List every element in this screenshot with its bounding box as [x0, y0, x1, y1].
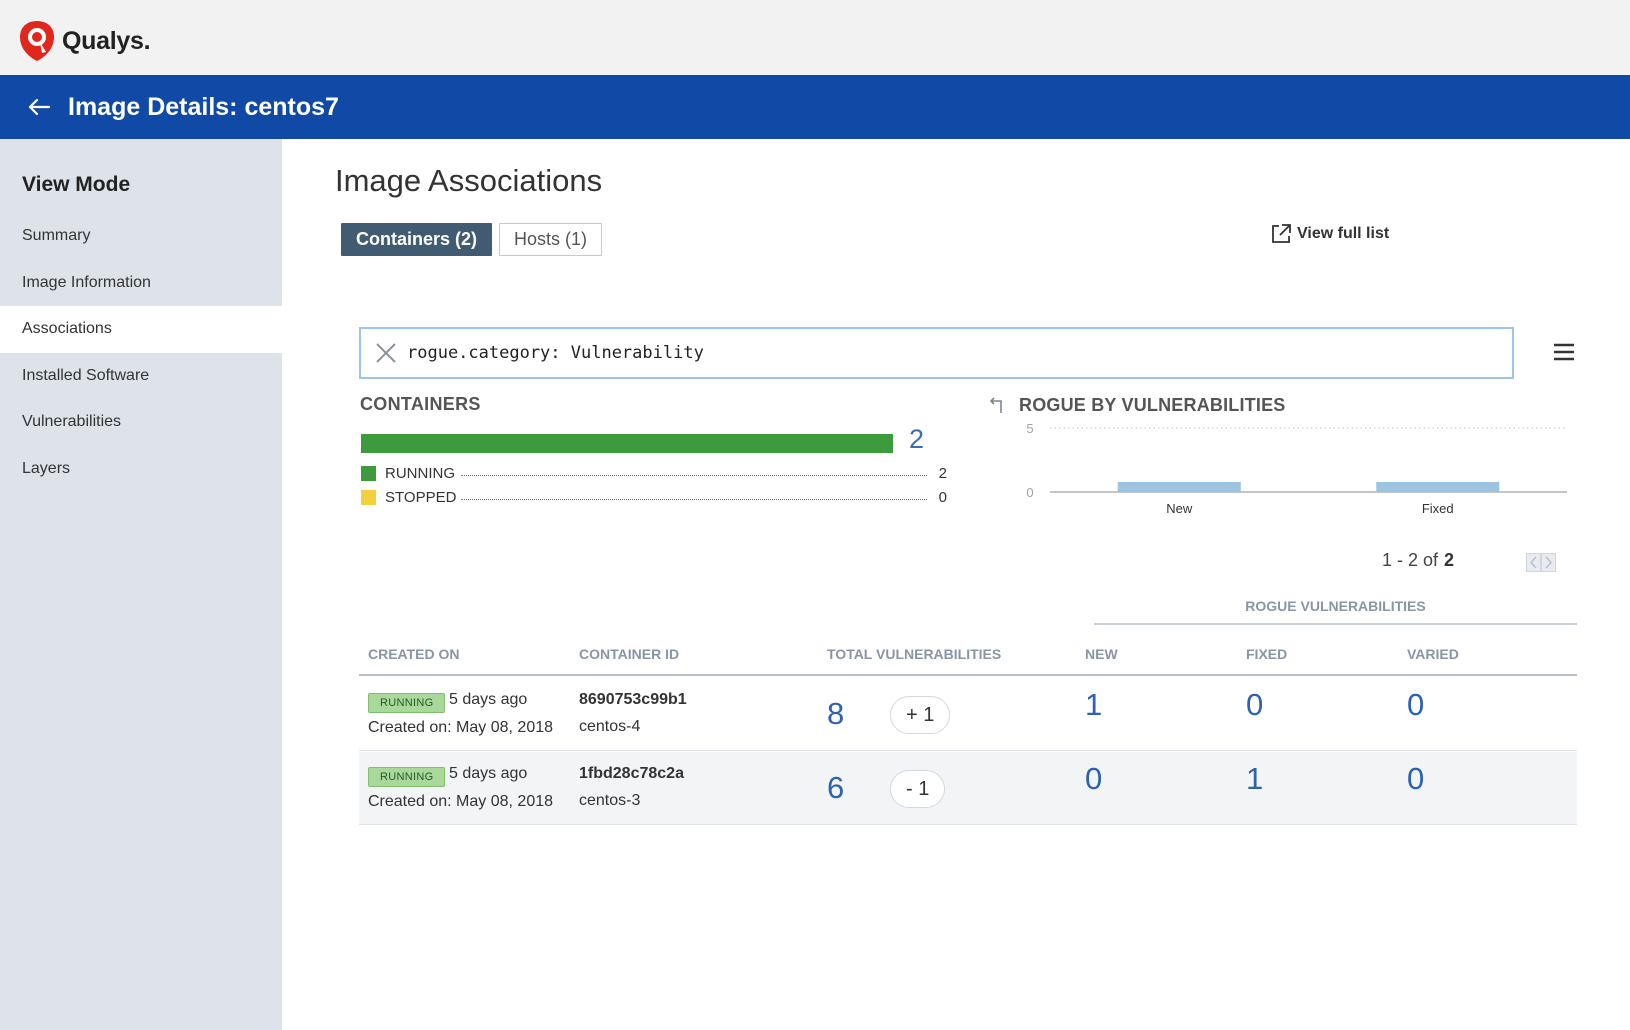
legend-dots [461, 498, 927, 500]
sidebar-nav: Summary Image Information Associations I… [0, 213, 282, 492]
search-box [359, 327, 1514, 379]
qualys-shield-icon [20, 21, 54, 61]
legend-value-stopped: 0 [938, 488, 947, 506]
created-date: Created on: May 08, 2018 [368, 719, 554, 736]
view-full-list-link[interactable]: View full list [1270, 223, 1389, 245]
containers-total[interactable]: 2 [909, 424, 924, 455]
external-link-icon [1272, 224, 1291, 243]
brand-name: Qualys. [62, 26, 151, 55]
sidebar: View Mode Summary Image Information Asso… [0, 139, 282, 1030]
search-input[interactable] [407, 343, 1487, 363]
table-row[interactable]: RUNNING 5 days ago Created on: May 08, 2… [359, 752, 1577, 825]
legend-running: RUNNING 2 [361, 463, 947, 483]
chart-x-tick-label: New [1166, 501, 1193, 516]
col-fixed[interactable]: FIXED [1246, 634, 1287, 674]
legend-swatch-running [361, 465, 376, 481]
table-row[interactable]: RUNNING 5 days ago Created on: May 08, 2… [359, 678, 1577, 751]
container-age: 5 days ago [449, 765, 528, 782]
pagination-total: 2 [1444, 550, 1455, 570]
tab-hosts[interactable]: Hosts (1) [499, 223, 603, 256]
legend-stopped: STOPPED 0 [361, 487, 947, 507]
sidebar-item-associations[interactable]: Associations [0, 306, 282, 353]
chart-bar [1117, 482, 1241, 492]
title-bar: Image Details: centos7 [0, 75, 1630, 139]
table-group-header: ROGUE VULNERABILITIES [359, 594, 1577, 634]
fixed-count[interactable]: 1 [1246, 761, 1263, 797]
arrow-left-icon [28, 98, 51, 116]
chart-x-tick-label: Fixed [1422, 501, 1454, 516]
legend-value-running: 2 [938, 464, 947, 482]
table-column-headers: CREATED ON CONTAINER ID TOTAL VULNERABIL… [359, 634, 1577, 676]
chevron-left-icon [1529, 556, 1537, 569]
col-total-vulnerabilities[interactable]: TOTAL VULNERABILITIES [827, 634, 1001, 674]
sidebar-item-vulnerabilities[interactable]: Vulnerabilities [0, 399, 282, 446]
new-count[interactable]: 1 [1085, 687, 1102, 723]
rogue-chart-title: ROGUE BY VULNERABILITIES [1019, 395, 1286, 415]
container-name: centos-4 [579, 718, 641, 735]
chevron-right-icon [1545, 556, 1553, 569]
rogue-vulnerabilities-group-label: ROGUE VULNERABILITIES [1094, 594, 1577, 625]
top-bar: Qualys. [0, 0, 1630, 75]
qualys-logo[interactable]: Qualys. [18, 20, 151, 62]
varied-count[interactable]: 0 [1407, 687, 1424, 723]
pagination-info: 1 - 2 of 2 [1382, 550, 1454, 571]
tab-containers[interactable]: Containers (2) [341, 223, 493, 256]
page-title: Image Details: centos7 [68, 92, 339, 121]
chart-bar [1376, 482, 1500, 492]
containers-title: CONTAINERS [360, 394, 481, 414]
pagination-range: 1 - 2 of [1382, 550, 1439, 570]
sidebar-item-layers[interactable]: Layers [0, 446, 282, 493]
col-new[interactable]: NEW [1085, 634, 1118, 674]
rogue-vulnerabilities-chart: 0 5 New Fixed [1026, 421, 1567, 516]
created-date: Created on: May 08, 2018 [368, 793, 554, 810]
col-created-on[interactable]: CREATED ON [368, 634, 460, 674]
view-full-list-label: View full list [1297, 225, 1390, 242]
pagination-prev-button[interactable] [1526, 553, 1541, 572]
fixed-count[interactable]: 0 [1246, 687, 1263, 723]
varied-count[interactable]: 0 [1407, 761, 1424, 797]
section-title: Image Associations [335, 163, 603, 198]
vulnerability-delta-badge: - 1 [890, 770, 946, 808]
total-vulnerabilities[interactable]: 8 [827, 696, 844, 732]
hamburger-menu-icon[interactable] [1553, 342, 1575, 362]
vulnerability-delta-badge: + 1 [890, 696, 951, 734]
sidebar-item-summary[interactable]: Summary [0, 213, 282, 260]
status-badge: RUNNING [368, 693, 446, 713]
legend-swatch-stopped [361, 489, 376, 505]
container-id[interactable]: 1fbd28c78c2a [579, 765, 684, 783]
view-mode-heading: View Mode [22, 173, 131, 196]
pagination-next-button[interactable] [1541, 553, 1556, 572]
legend-label-stopped: STOPPED [385, 488, 457, 506]
sidebar-item-image-information[interactable]: Image Information [0, 260, 282, 307]
chart-y-tick-label: 5 [1026, 421, 1033, 436]
back-button[interactable] [24, 92, 54, 122]
legend-label-running: RUNNING [385, 464, 455, 482]
sidebar-item-installed-software[interactable]: Installed Software [0, 353, 282, 400]
containers-running-bar [361, 434, 893, 453]
container-id[interactable]: 8690753c99b1 [579, 691, 687, 709]
container-name: centos-3 [579, 792, 641, 809]
total-vulnerabilities[interactable]: 6 [827, 770, 844, 806]
main-content: Image Associations Containers (2) Hosts … [282, 139, 1630, 1030]
chart-y-tick-label: 0 [1026, 485, 1033, 500]
new-count[interactable]: 0 [1085, 761, 1102, 797]
container-age: 5 days ago [449, 691, 528, 708]
col-varied[interactable]: VARIED [1407, 634, 1459, 674]
collapse-arrow-icon[interactable] [990, 396, 1008, 414]
legend-dots [461, 474, 927, 476]
status-badge: RUNNING [368, 767, 446, 787]
close-icon[interactable] [375, 342, 397, 364]
col-container-id[interactable]: CONTAINER ID [579, 634, 679, 674]
